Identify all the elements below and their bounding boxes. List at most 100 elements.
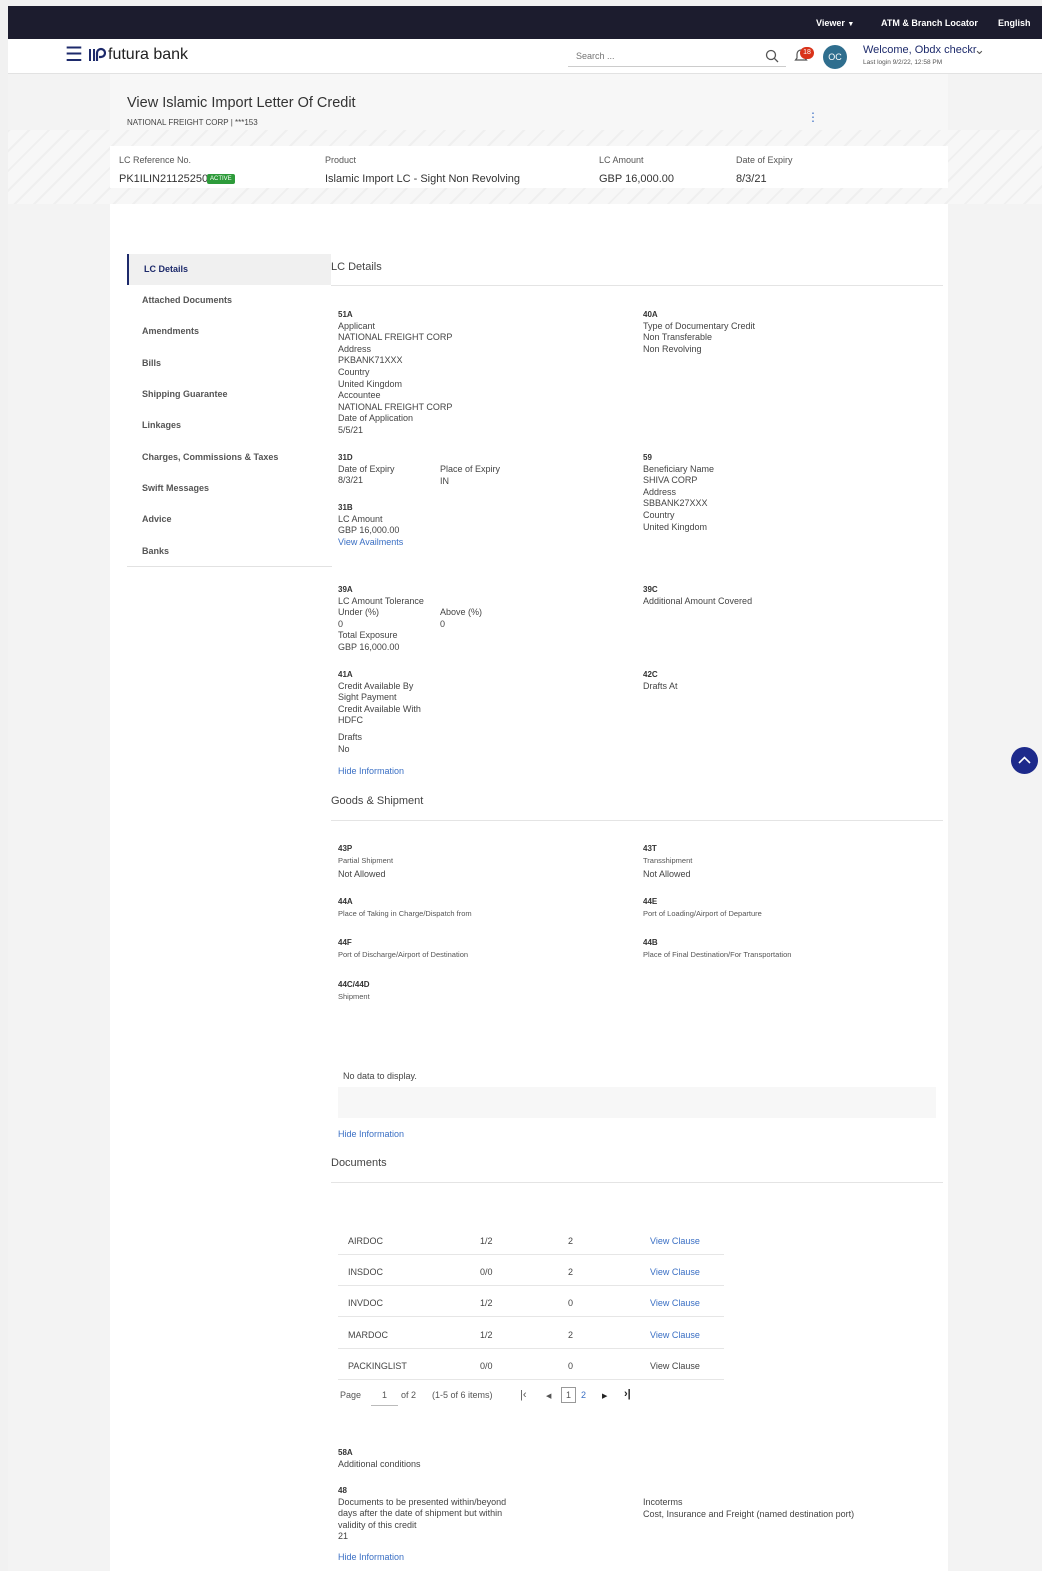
page-input[interactable]: 1 (371, 1390, 398, 1406)
view-clause-link[interactable]: View Clause (650, 1267, 700, 1277)
lc-details-title: LC Details (331, 261, 382, 273)
search-box[interactable] (568, 46, 786, 67)
drafts-at-label: Drafts At (643, 680, 678, 691)
last-page-icon[interactable]: ›| (624, 1388, 631, 1400)
nav-lc-details[interactable]: LC Details (127, 254, 331, 285)
chevron-down-icon[interactable]: ⌄ (974, 42, 985, 58)
first-page-icon[interactable]: |‹ (520, 1389, 527, 1401)
kebab-menu-icon[interactable]: ⋮ (807, 111, 819, 123)
field-code: 44B (643, 938, 658, 947)
country-value: United Kingdom (338, 378, 403, 389)
view-availments-link[interactable]: View Availments (338, 537, 403, 547)
transshipment-value: Not Allowed (643, 869, 691, 880)
welcome-text[interactable]: Welcome, Obdx checkr (863, 44, 977, 56)
presentation-value: 21 (338, 1531, 349, 1542)
field-code: 39C (643, 585, 658, 594)
page-subtitle: NATIONAL FREIGHT CORP | ***153 (127, 118, 258, 127)
expiry-value: 8/3/21 (736, 173, 767, 185)
above-value: 0 (440, 618, 446, 629)
nav-charges[interactable]: Charges, Commissions & Taxes (127, 442, 331, 473)
prev-page-icon[interactable]: ◀ (546, 1392, 551, 1400)
field-59: 59 Beneficiary Name SHIVA CORP Address S… (643, 452, 714, 533)
additional-conditions-label: Additional conditions (338, 1458, 421, 1469)
view-clause-link[interactable]: View Clause (650, 1361, 700, 1371)
incoterms-label: Incoterms (643, 1497, 683, 1507)
nav-bills[interactable]: Bills (127, 348, 331, 379)
field-44e: 44E Port of Loading/Airport of Departure (643, 896, 762, 919)
applicant-label: Applicant (338, 320, 376, 331)
nav-swift-messages[interactable]: Swift Messages (127, 473, 331, 504)
field-31b: 31B LC Amount GBP 16,000.00 View Availme… (338, 502, 403, 548)
beneficiary-address-label: Address (643, 486, 677, 497)
credit-available-with-value: HDFC (338, 715, 363, 726)
nav-shipping-guarantee[interactable]: Shipping Guarantee (127, 379, 331, 410)
place-of-expiry-label: Place of Expiry (440, 464, 501, 474)
accountee-value: NATIONAL FREIGHT CORP (338, 401, 453, 412)
beneficiary-label: Beneficiary Name (643, 463, 715, 474)
application-date-label: Date of Application (338, 413, 414, 424)
side-nav: LC Details Attached Documents Amendments… (127, 254, 332, 567)
port-loading-label: Port of Loading/Airport of Departure (643, 908, 762, 918)
nav-linkages[interactable]: Linkages (127, 410, 331, 441)
nav-amendments[interactable]: Amendments (127, 316, 331, 347)
next-page-icon[interactable]: ▶ (602, 1392, 607, 1400)
notification-bell[interactable]: 18 (794, 47, 814, 66)
nav-advice[interactable]: Advice (127, 504, 331, 535)
total-exposure-value: GBP 16,000.00 (338, 641, 400, 652)
incoterms-field: Incoterms Cost, Insurance and Freight (n… (643, 1497, 854, 1520)
field-58a: 58A Additional conditions (338, 1447, 421, 1470)
top-bar: Viewer ▼ ATM & Branch Locator English (8, 6, 1042, 39)
view-clause-link[interactable]: View Clause (650, 1330, 700, 1340)
nav-attached-documents[interactable]: Attached Documents (127, 285, 331, 316)
under-label: Under (%) (338, 607, 380, 618)
page-1-button[interactable]: 1 (561, 1387, 576, 1403)
search-icon[interactable] (765, 49, 779, 63)
field-42c: 42C Drafts At (643, 669, 678, 692)
above-label: Above (%) (440, 607, 483, 617)
nav-banks[interactable]: Banks (127, 536, 331, 567)
hide-information-link[interactable]: Hide Information (338, 1552, 404, 1564)
items-count: (1-5 of 6 items) (432, 1390, 493, 1400)
tolerance-label: LC Amount Tolerance (338, 595, 424, 606)
incoterms-value: Cost, Insurance and Freight (named desti… (643, 1508, 855, 1519)
field-code: 44A (338, 897, 353, 906)
doc-name: INSDOC (348, 1267, 384, 1277)
credit-available-by-value: Sight Payment (338, 692, 397, 703)
drafts-field: Drafts No (338, 732, 362, 755)
field-44b: 44B Place of Final Destination/For Trans… (643, 937, 791, 960)
search-input[interactable] (568, 46, 748, 66)
viewer-menu[interactable]: Viewer ▼ (816, 18, 854, 28)
pagination: Page 1 of 2 (1-5 of 6 items) |‹ ◀ 1 2 ▶ … (340, 1387, 660, 1407)
doc-copies: 1/2 (480, 1298, 493, 1308)
doc-copies: 0/0 (480, 1361, 493, 1371)
field-code: 31D (338, 453, 353, 462)
credit-type-value: Non Transferable (643, 332, 713, 343)
field-code: 58A (338, 1448, 353, 1457)
left-edge (0, 6, 8, 1571)
transshipment-label: Transshipment (643, 855, 693, 865)
page-total: of 2 (401, 1390, 417, 1400)
field-code: 43P (338, 844, 353, 853)
atm-locator-link[interactable]: ATM & Branch Locator (881, 18, 978, 28)
credit-type-label: Type of Documentary Credit (643, 320, 756, 331)
ref-value: PK1ILIN211252502 (119, 173, 215, 185)
view-clause-link[interactable]: View Clause (650, 1236, 700, 1246)
beneficiary-address-value: SBBANK27XXX (643, 498, 708, 509)
field-39a: 39A LC Amount Tolerance Under (%) 0 Tota… (338, 584, 424, 654)
scroll-top-button[interactable] (1011, 747, 1038, 774)
view-clause-link[interactable]: View Clause (650, 1298, 700, 1308)
field-code: 42C (643, 670, 658, 679)
page-2-button[interactable]: 2 (581, 1390, 586, 1400)
doc-name: MARDOC (348, 1330, 388, 1340)
documents-title: Documents (331, 1157, 387, 1169)
hide-information-link[interactable]: Hide Information (338, 766, 404, 778)
hamburger-menu-icon[interactable]: ☰ (65, 45, 83, 65)
field-code: 44F (338, 938, 352, 947)
avatar[interactable]: OC (823, 45, 847, 69)
presentation-label-3: validity of this credit (338, 1519, 417, 1530)
hide-information-link[interactable]: Hide Information (338, 1129, 404, 1141)
shipment-label: Shipment (338, 991, 370, 1001)
language-selector[interactable]: English (998, 18, 1031, 28)
field-44a: 44A Place of Taking in Charge/Dispatch f… (338, 896, 472, 919)
doc-count: 0 (568, 1298, 574, 1308)
